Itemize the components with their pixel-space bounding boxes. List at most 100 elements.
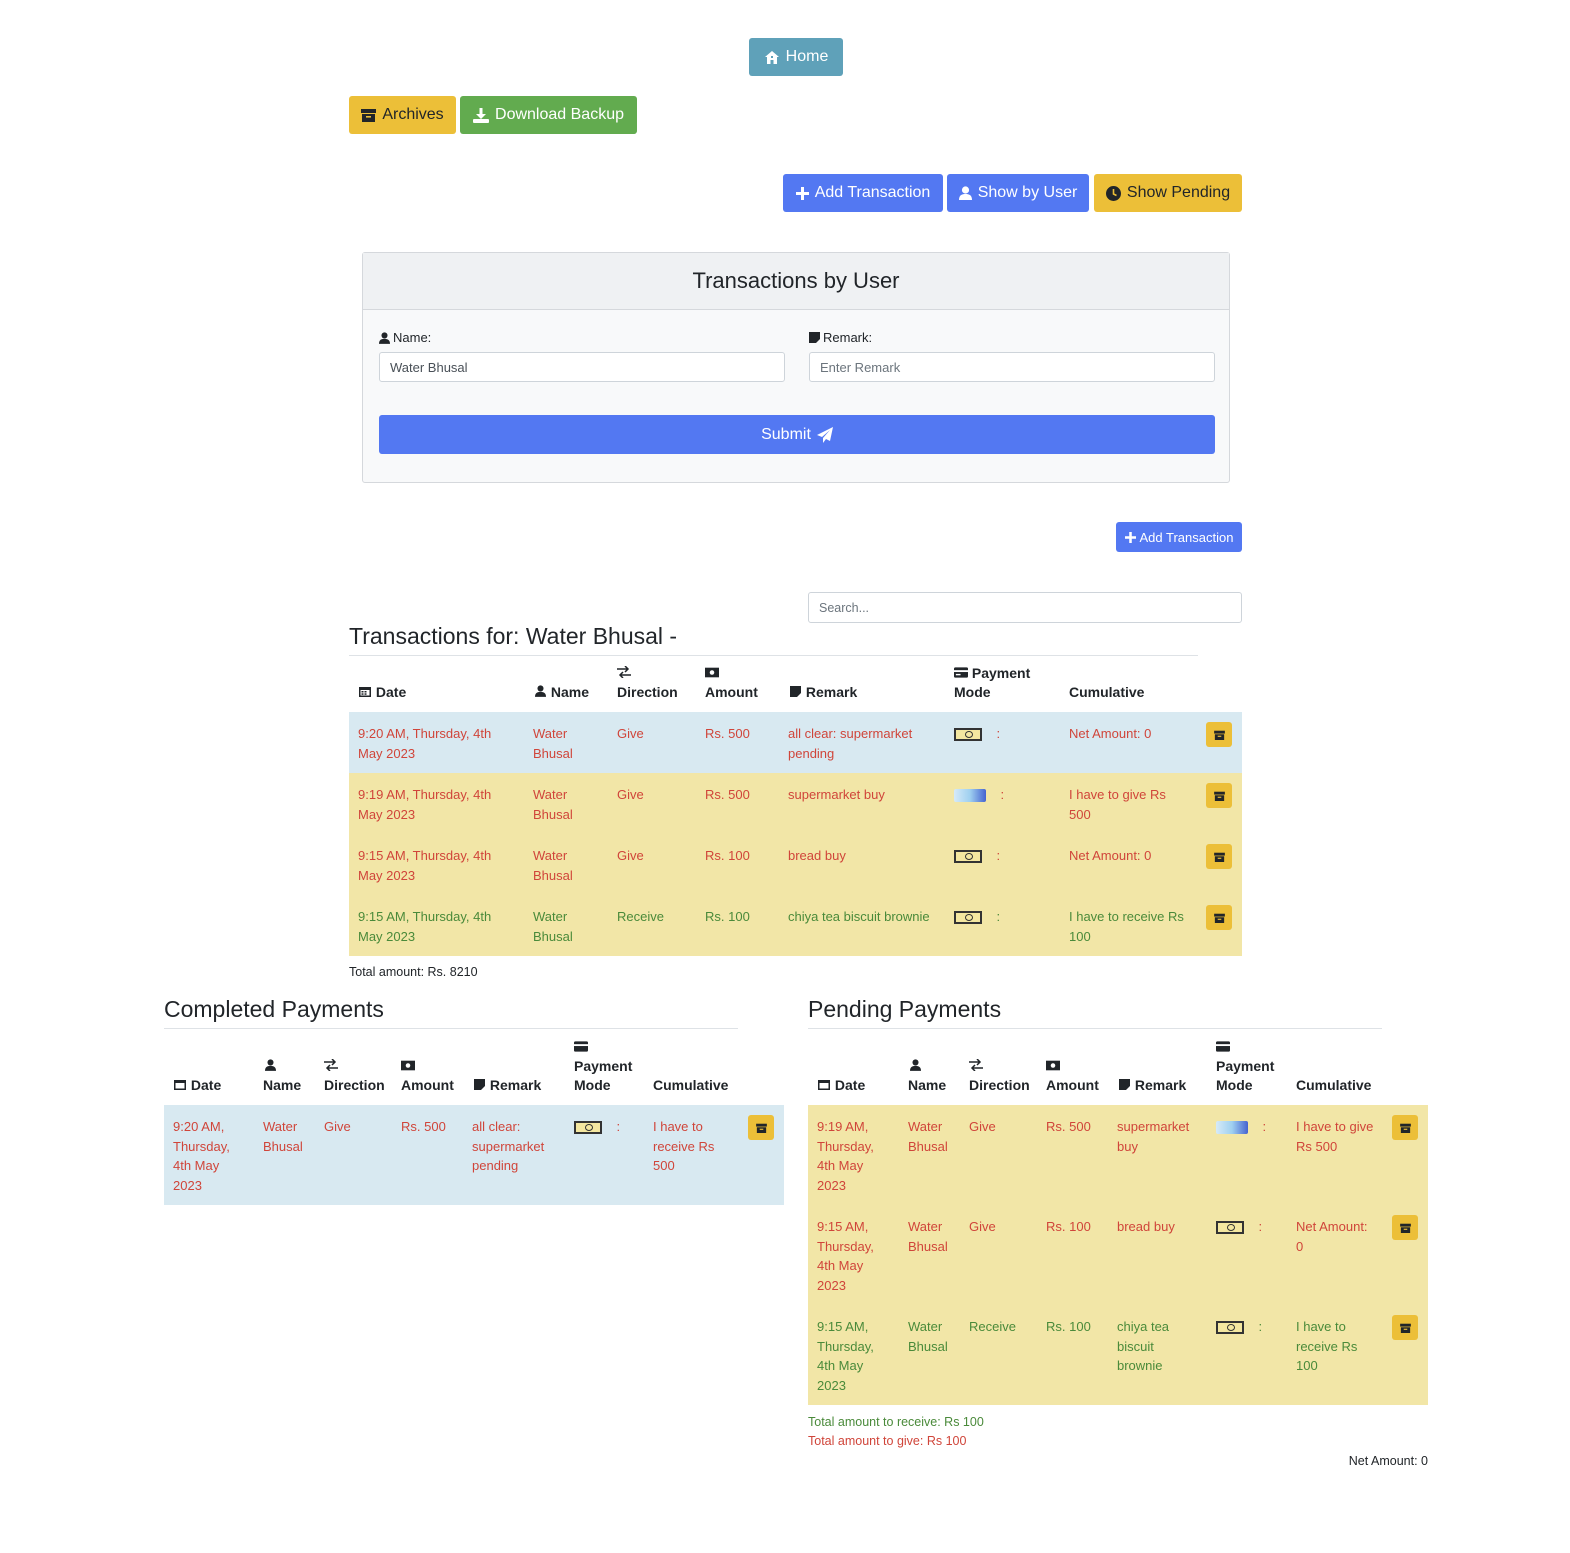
archive-row-button[interactable] — [1392, 1315, 1418, 1340]
cell-name: Water Bhusal — [899, 1205, 960, 1305]
header-direction: Direction — [608, 664, 696, 712]
cell-actions — [1383, 1305, 1428, 1405]
header-actions — [739, 1038, 784, 1105]
header-date-label: Date — [834, 1077, 866, 1093]
cell-payment-mode: : — [945, 773, 1060, 834]
name-label-row: Name: — [379, 330, 431, 345]
submit-button[interactable]: Submit — [379, 415, 1215, 454]
cell-actions — [1197, 834, 1242, 895]
header-payment-mode: Payment Mode — [945, 664, 1060, 712]
cell-date: 9:19 AM, Thursday, 4th May 2023 — [349, 773, 524, 834]
total-amount: Total amount: Rs. 8210 — [349, 965, 478, 979]
show-pending-button[interactable]: Show Pending — [1094, 174, 1242, 212]
calendar-icon — [817, 1077, 831, 1091]
clock-icon — [1105, 185, 1121, 201]
cell-name: Water Bhusal — [899, 1305, 960, 1405]
note-icon — [809, 332, 820, 343]
header-direction: Direction — [315, 1038, 392, 1105]
remark-label: Remark: — [823, 330, 873, 345]
header-date-label: Date — [190, 1077, 222, 1093]
net-amount: Net Amount: 0 — [1348, 1454, 1428, 1468]
search-input[interactable]: Search... — [808, 592, 1242, 623]
remark-input[interactable]: Enter Remark — [809, 352, 1215, 382]
show-pending-label: Show Pending — [1126, 184, 1231, 201]
cell-cumulative: I have to receive Rs 500 — [644, 1105, 739, 1205]
archive-row-button[interactable] — [1206, 783, 1232, 808]
mode-separator: : — [996, 726, 1001, 741]
header-remark: Remark — [1108, 1038, 1207, 1105]
add-transaction-small-button[interactable]: Add Transaction — [1116, 522, 1242, 552]
header-cumulative-label: Cumulative — [1069, 684, 1145, 700]
cell-payment-mode: : — [1207, 1305, 1287, 1405]
name-input[interactable]: Water Bhusal — [379, 352, 785, 382]
transactions-by-user-card: Transactions by User Name: Water Bhusal … — [362, 252, 1230, 483]
archive-row-button[interactable] — [1392, 1215, 1418, 1240]
cash-icon — [1216, 1221, 1244, 1235]
cell-amount: Rs. 100 — [696, 895, 779, 956]
header-direction-label: Direction — [969, 1077, 1030, 1093]
completed-divider — [164, 1028, 738, 1029]
table-row: 9:19 AM, Thursday, 4th May 2023 Water Bhu… — [808, 1105, 1428, 1205]
header-payment-mode: Payment Mode — [565, 1038, 644, 1105]
card-icon — [954, 789, 986, 803]
add-transaction-button[interactable]: Add Transaction — [783, 174, 943, 212]
cash-icon — [1216, 1321, 1244, 1335]
table-row: 9:15 AM, Thursday, 4th May 2023 Water Bhu… — [349, 834, 1242, 895]
cell-remark: all clear: supermarket pending — [463, 1105, 565, 1205]
header-cumulative: Cumulative — [644, 1038, 739, 1105]
cell-actions — [1383, 1205, 1428, 1305]
archive-row-button[interactable] — [1206, 722, 1232, 747]
header-direction-label: Direction — [617, 684, 678, 700]
download-backup-button[interactable]: Download Backup — [460, 96, 637, 134]
cell-direction: Give — [315, 1105, 392, 1205]
card-icon — [1216, 1121, 1248, 1135]
header-name: Name — [524, 664, 608, 712]
plus-icon — [1124, 531, 1136, 543]
header-cumulative-label: Cumulative — [653, 1077, 729, 1093]
table-header-row: Date Name Direction Amount Remark Paymen… — [808, 1038, 1428, 1105]
cell-amount: Rs. 100 — [1037, 1305, 1108, 1405]
pending-divider — [808, 1028, 1382, 1029]
table-row: 9:19 AM, Thursday, 4th May 2023 Water Bhu… — [349, 773, 1242, 834]
header-cumulative-label: Cumulative — [1296, 1077, 1372, 1093]
archives-label: Archives — [382, 106, 444, 123]
cell-actions — [739, 1105, 784, 1205]
cell-date: 9:15 AM, Thursday, 4th May 2023 — [808, 1305, 899, 1405]
remark-label-row: Remark: — [809, 330, 872, 345]
exchange-icon — [324, 1058, 338, 1072]
cell-name: Water Bhusal — [254, 1105, 315, 1205]
cell-amount: Rs. 100 — [696, 834, 779, 895]
cell-amount: Rs. 100 — [1037, 1205, 1108, 1305]
cell-name: Water Bhusal — [524, 834, 608, 895]
cell-name: Water Bhusal — [899, 1105, 960, 1205]
add-transaction-small-label: Add Transaction — [1139, 529, 1234, 545]
header-remark-label: Remark — [489, 1077, 542, 1093]
table-row: 9:20 AM, Thursday, 4th May 2023 Water Bhu… — [349, 712, 1242, 773]
exchange-icon — [969, 1058, 983, 1072]
show-by-user-label: Show by User — [977, 184, 1078, 201]
table-row: 9:15 AM, Thursday, 4th May 2023 Water Bhu… — [349, 895, 1242, 956]
card-title: Transactions by User — [363, 253, 1229, 310]
mode-separator: : — [1262, 1119, 1267, 1134]
credit-card-icon — [574, 1040, 588, 1054]
header-amount: Amount — [1037, 1038, 1108, 1105]
completed-payments-table: Date Name Direction Amount Remark Paymen… — [164, 1038, 784, 1205]
cell-payment-mode: : — [1207, 1105, 1287, 1205]
archive-row-button[interactable] — [1206, 905, 1232, 930]
archive-icon — [1213, 730, 1225, 740]
home-button[interactable]: Home — [749, 38, 843, 76]
archive-row-button[interactable] — [1206, 844, 1232, 869]
archives-button[interactable]: Archives — [349, 96, 456, 134]
table-header-row: Date Name Direction Amount Remark Paymen… — [164, 1038, 784, 1105]
header-cumulative: Cumulative — [1060, 664, 1197, 712]
mode-separator: : — [1258, 1219, 1263, 1234]
calendar-icon — [358, 684, 372, 698]
cell-payment-mode: : — [945, 834, 1060, 895]
archive-row-button[interactable] — [1392, 1115, 1418, 1140]
header-name-label: Name — [550, 684, 590, 700]
archive-row-button[interactable] — [748, 1115, 774, 1140]
cell-direction: Give — [960, 1205, 1037, 1305]
cell-amount: Rs. 500 — [1037, 1105, 1108, 1205]
cell-payment-mode: : — [1207, 1205, 1287, 1305]
show-by-user-button[interactable]: Show by User — [947, 174, 1089, 212]
